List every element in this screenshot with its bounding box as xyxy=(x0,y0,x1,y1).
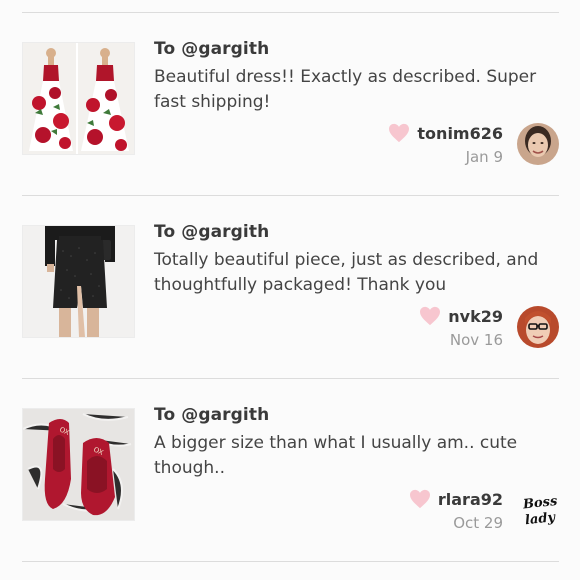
review-meta: rlara92 Oct 29 xyxy=(409,489,503,532)
user-avatar[interactable] xyxy=(517,306,559,348)
black-skirt-photo-icon xyxy=(23,226,134,337)
recipient-label: To @gargith xyxy=(154,222,270,242)
listing-thumbnail[interactable] xyxy=(22,42,135,155)
review-date: Oct 29 xyxy=(453,514,503,532)
listing-thumbnail[interactable] xyxy=(22,225,135,338)
heart-icon[interactable] xyxy=(409,489,431,509)
listing-thumbnail[interactable]: OX OX xyxy=(22,408,135,521)
review-date: Nov 16 xyxy=(449,331,503,349)
red-flats-photo-icon: OX OX xyxy=(23,409,134,520)
heart-icon[interactable] xyxy=(388,123,410,143)
username-link[interactable]: rlara92 xyxy=(438,490,503,509)
user-photo-avatar-icon xyxy=(517,306,559,348)
review-item: To @gargith Beautiful dress!! Exactly as… xyxy=(0,13,580,196)
user-avatar[interactable] xyxy=(517,123,559,165)
review-date: Jan 9 xyxy=(465,148,503,166)
review-item: To @gargith Totally beautiful piece, jus… xyxy=(0,196,580,379)
review-message: Totally beautiful piece, just as describ… xyxy=(154,250,539,295)
review-message: Beautiful dress!! Exactly as described. … xyxy=(154,67,537,112)
review-item: OX OX To @gargith A bigger size than wha… xyxy=(0,379,580,562)
heart-icon[interactable] xyxy=(419,306,441,326)
boss-lady-logo-avatar-icon: Boss lady xyxy=(517,489,559,531)
recipient-label: To @gargith xyxy=(154,39,270,59)
review-message: A bigger size than what I usually am.. c… xyxy=(154,433,518,478)
recipient-label: To @gargith xyxy=(154,405,270,425)
user-avatar[interactable]: Boss lady xyxy=(517,489,559,531)
floral-gown-photo-icon xyxy=(23,43,134,154)
user-photo-avatar-icon xyxy=(517,123,559,165)
username-link[interactable]: nvk29 xyxy=(448,307,503,326)
review-meta: tonim626 Jan 9 xyxy=(388,123,503,166)
review-meta: nvk29 Nov 16 xyxy=(419,306,503,349)
username-link[interactable]: tonim626 xyxy=(417,124,503,143)
